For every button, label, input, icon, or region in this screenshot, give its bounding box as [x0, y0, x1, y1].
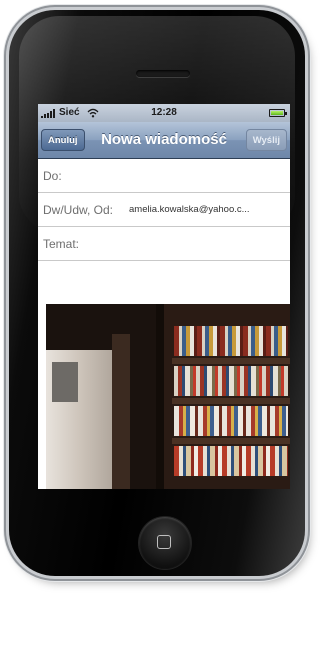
- status-bar: Sieć 12:28: [38, 104, 290, 122]
- cc-bcc-from-field[interactable]: Dw/Udw, Od: amelia.kowalska@yahoo.c...: [38, 193, 290, 227]
- photo-shelf-2: [172, 398, 290, 404]
- send-button[interactable]: Wyślij: [245, 129, 287, 151]
- photo-door-frame: [112, 334, 130, 489]
- from-address: amelia.kowalska@yahoo.c...: [129, 204, 250, 215]
- photo-books-row-3: [174, 406, 288, 436]
- navigation-bar: Anuluj Nowa wiadomość Wyślij: [38, 122, 290, 159]
- home-button[interactable]: [139, 517, 191, 569]
- photo-books-row-1: [174, 326, 288, 356]
- status-time: 12:28: [151, 107, 177, 118]
- earpiece-speaker: [136, 70, 190, 77]
- message-body[interactable]: [38, 262, 290, 489]
- photo-books-row-4: [174, 446, 288, 476]
- home-button-icon: [157, 535, 171, 549]
- battery-level: [271, 111, 283, 115]
- subject-label: Temat:: [43, 237, 80, 251]
- photo-books-row-2: [174, 366, 288, 396]
- subject-field[interactable]: Temat:: [38, 227, 290, 261]
- photo-shelf-3: [172, 438, 290, 444]
- to-field[interactable]: Do:: [38, 159, 290, 193]
- photo-shelf-1: [172, 358, 290, 364]
- to-label: Do:: [43, 169, 62, 183]
- cc-bcc-from-label: Dw/Udw, Od:: [43, 203, 114, 217]
- phone-screen: Sieć 12:28 Anuluj Nowa wiadomość Wyślij …: [38, 104, 290, 489]
- photo-door-detail: [52, 362, 78, 402]
- attached-photo: [46, 304, 290, 489]
- battery-icon: [269, 109, 287, 117]
